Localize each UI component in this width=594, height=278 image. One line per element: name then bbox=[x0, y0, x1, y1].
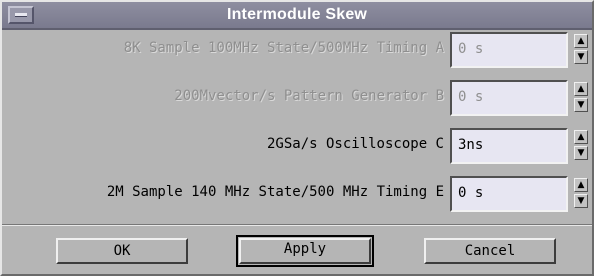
module-e-increase-button[interactable]: ▲ bbox=[574, 178, 588, 192]
module-a-label: 8K Sample 100MHz State/500MHz Timing A bbox=[123, 40, 444, 56]
arrow-down-icon: ▼ bbox=[577, 100, 585, 110]
module-b-spinner: ▲ ▼ bbox=[574, 82, 588, 114]
arrow-down-icon: ▼ bbox=[577, 196, 585, 206]
module-b-skew-field[interactable]: 0 s bbox=[450, 80, 568, 116]
module-a-decrease-button[interactable]: ▼ bbox=[574, 50, 588, 64]
skew-row-e: 2M Sample 140 MHz State/500 MHz Timing E… bbox=[2, 176, 592, 212]
arrow-down-icon: ▼ bbox=[577, 52, 585, 62]
module-a-increase-button[interactable]: ▲ bbox=[574, 34, 588, 48]
module-c-spinner: ▲ ▼ bbox=[574, 130, 588, 162]
module-e-decrease-button[interactable]: ▼ bbox=[574, 194, 588, 208]
module-e-skew-value: 0 s bbox=[458, 185, 484, 201]
module-b-skew-value: 0 s bbox=[458, 89, 484, 105]
button-separator bbox=[2, 224, 592, 226]
module-e-label: 2M Sample 140 MHz State/500 MHz Timing E bbox=[106, 184, 444, 200]
module-b-increase-button[interactable]: ▲ bbox=[574, 82, 588, 96]
skew-row-b: 200Mvector/s Pattern Generator B 0 s ▲ ▼ bbox=[2, 80, 592, 116]
module-e-spinner: ▲ ▼ bbox=[574, 178, 588, 210]
ok-button[interactable]: OK bbox=[56, 238, 188, 264]
module-c-decrease-button[interactable]: ▼ bbox=[574, 146, 588, 160]
module-e-skew-field[interactable]: 0 s bbox=[450, 176, 568, 212]
window-title: Intermodule Skew bbox=[226, 6, 368, 23]
module-a-skew-field[interactable]: 0 s bbox=[450, 32, 568, 68]
module-a-skew-value: 0 s bbox=[458, 41, 484, 57]
skew-row-c: 2GSa/s Oscilloscope C 3ns ▲ ▼ bbox=[2, 128, 592, 164]
module-c-label: 2GSa/s Oscilloscope C bbox=[266, 136, 444, 152]
intermodule-skew-dialog: Intermodule Skew 8K Sample 100MHz State/… bbox=[0, 0, 594, 276]
arrow-down-icon: ▼ bbox=[577, 148, 585, 158]
module-a-spinner: ▲ ▼ bbox=[574, 34, 588, 66]
title-bar[interactable]: Intermodule Skew bbox=[2, 2, 592, 30]
module-b-decrease-button[interactable]: ▼ bbox=[574, 98, 588, 112]
module-c-skew-field[interactable]: 3ns bbox=[450, 128, 568, 164]
cancel-button[interactable]: Cancel bbox=[424, 238, 556, 264]
arrow-up-icon: ▲ bbox=[577, 84, 585, 94]
arrow-up-icon: ▲ bbox=[577, 180, 585, 190]
arrow-up-icon: ▲ bbox=[577, 132, 585, 142]
skew-row-a: 8K Sample 100MHz State/500MHz Timing A 0… bbox=[2, 32, 592, 68]
apply-button[interactable]: Apply bbox=[236, 235, 374, 267]
arrow-up-icon: ▲ bbox=[577, 36, 585, 46]
module-b-label: 200Mvector/s Pattern Generator B bbox=[174, 88, 444, 104]
module-c-increase-button[interactable]: ▲ bbox=[574, 130, 588, 144]
module-c-skew-value: 3ns bbox=[458, 137, 484, 153]
apply-button-label: Apply bbox=[239, 238, 371, 264]
